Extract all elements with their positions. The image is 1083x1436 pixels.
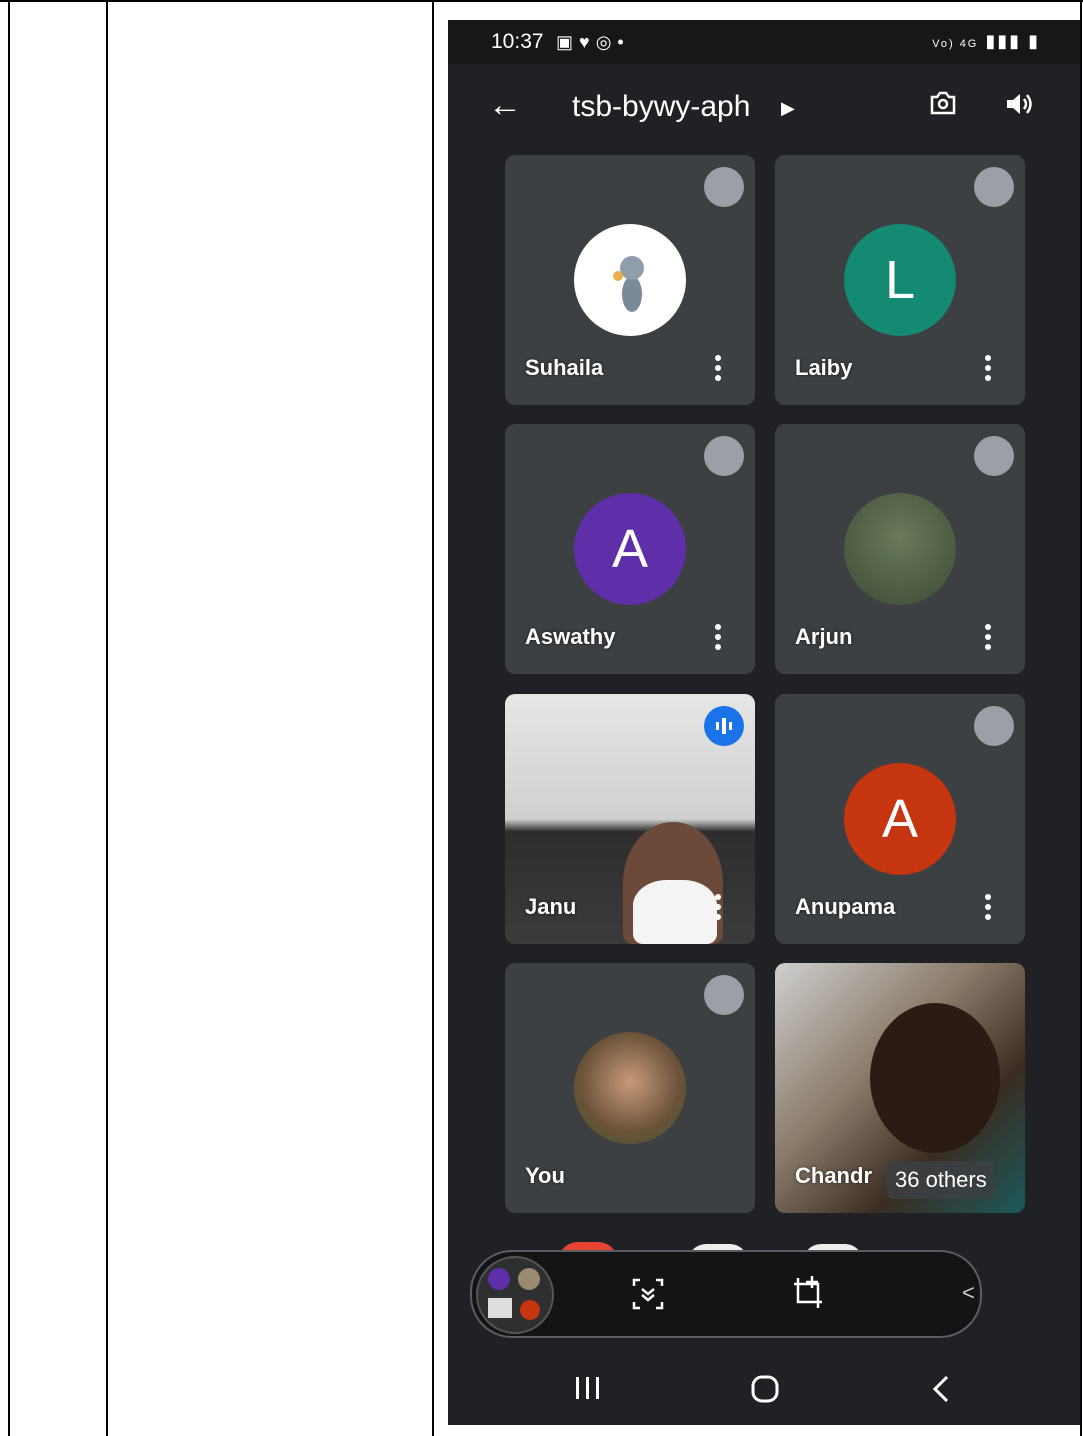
notification-icons: ▣♥◎•: [556, 32, 630, 52]
more-options-icon[interactable]: [979, 352, 997, 388]
home-icon[interactable]: [750, 1374, 780, 1404]
back-nav-icon[interactable]: [930, 1374, 952, 1404]
table-border-col1: [106, 0, 108, 1436]
switch-camera-icon[interactable]: [926, 86, 960, 120]
scroll-capture-icon[interactable]: [630, 1276, 666, 1312]
recent-apps-icon[interactable]: [574, 1375, 602, 1401]
avatar-initial: L: [844, 224, 956, 336]
face-mask: [633, 880, 717, 944]
top-border: [0, 0, 1083, 2]
screenshot-toolbar: <: [470, 1250, 982, 1338]
participant-name: Janu: [525, 894, 577, 919]
participant-name: Arjun: [795, 624, 853, 649]
caret-right-icon[interactable]: ▶: [781, 98, 795, 119]
others-count[interactable]: 36 others: [887, 1161, 995, 1199]
audio-wave-icon: [704, 706, 744, 746]
chevron-left-icon[interactable]: <: [962, 1280, 975, 1306]
mic-off-icon: [704, 436, 744, 476]
participant-name: Suhaila: [525, 355, 604, 380]
status-time: 10:37: [491, 30, 544, 53]
more-options-icon[interactable]: [709, 891, 727, 927]
back-arrow-icon[interactable]: ←: [488, 86, 522, 125]
mic-off-icon: [974, 706, 1014, 746]
mic-off-icon: [704, 975, 744, 1015]
more-options-icon[interactable]: [709, 352, 727, 388]
participant-tile-self[interactable]: You: [505, 963, 755, 1213]
participant-name: Chandr: [795, 1163, 872, 1188]
network-label: Vo) 4G: [932, 38, 979, 50]
meeting-header: ← tsb-bywy-aph ▶: [448, 64, 1080, 150]
participant-name: Aswathy: [525, 624, 616, 649]
avatar-initial: A: [844, 763, 956, 875]
table-border-col2: [432, 0, 434, 1436]
phone-screenshot: 10:37 ▣♥◎• Vo) 4G ▮▮▮ ▮ ← tsb-bywy-aph ▶: [448, 20, 1080, 1425]
participant-tile[interactable]: Arjun: [775, 424, 1025, 674]
participant-tile[interactable]: A Anupama: [775, 694, 1025, 944]
participant-name: Anupama: [795, 894, 896, 919]
participant-tile[interactable]: A Aswathy: [505, 424, 755, 674]
avatar-photo: [574, 1032, 686, 1144]
screenshot-thumbnail[interactable]: [476, 1256, 554, 1334]
status-bar: 10:37 ▣♥◎• Vo) 4G ▮▮▮ ▮: [448, 20, 1080, 64]
crop-edit-icon[interactable]: [790, 1274, 826, 1312]
video-feed: [870, 1003, 1000, 1153]
participant-name: You: [525, 1163, 565, 1188]
tom-cat-icon: [613, 256, 644, 312]
participant-video-tile[interactable]: Janu: [505, 694, 755, 944]
mic-off-icon: [974, 436, 1014, 476]
participant-tile[interactable]: L Laiby: [775, 155, 1025, 405]
mic-off-icon: [704, 167, 744, 207]
participant-name: Laiby: [795, 355, 853, 380]
table-border-left: [8, 0, 10, 1436]
system-nav-bar: [448, 1350, 1080, 1425]
meeting-code[interactable]: tsb-bywy-aph: [572, 90, 750, 124]
more-options-icon[interactable]: [709, 621, 727, 657]
more-options-icon[interactable]: [979, 621, 997, 657]
mic-off-icon: [974, 167, 1014, 207]
table-border-right: [1080, 0, 1082, 1436]
participant-tile[interactable]: Suhaila: [505, 155, 755, 405]
more-options-icon[interactable]: [979, 891, 997, 927]
avatar-initial: A: [574, 493, 686, 605]
participant-video-tile[interactable]: Chandr 36 others: [775, 963, 1025, 1213]
signal-battery-icons: Vo) 4G ▮▮▮ ▮: [932, 31, 1040, 51]
avatar-photo: [844, 493, 956, 605]
avatar: [574, 224, 686, 336]
speaker-icon[interactable]: [1003, 88, 1035, 120]
